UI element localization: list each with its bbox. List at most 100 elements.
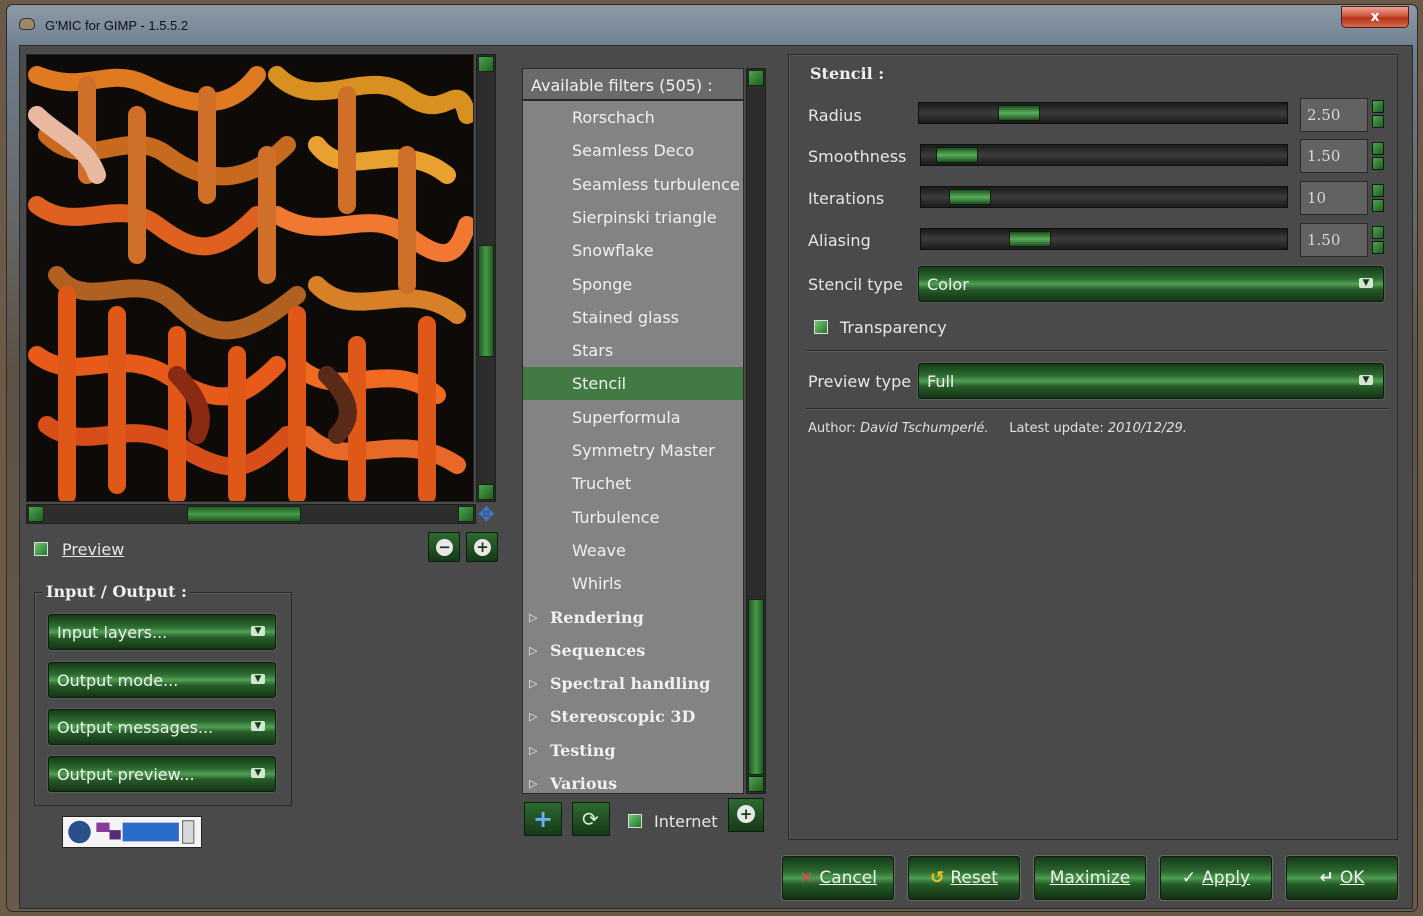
preview-checkbox-label[interactable]: Preview <box>62 540 124 559</box>
scroll-up-arrow[interactable] <box>748 70 764 86</box>
filter-item[interactable]: Turbulence <box>523 501 743 534</box>
filter-item-label: Whirls <box>572 574 622 594</box>
pan-move-icon[interactable]: ✥ <box>478 504 495 524</box>
stencil-type-combo[interactable]: Color ▼ <box>918 266 1384 302</box>
expand-arrow-icon[interactable]: ▷ <box>529 734 537 767</box>
radius-slider-handle[interactable] <box>998 105 1041 121</box>
preview-checkbox[interactable] <box>34 542 48 556</box>
filter-item[interactable]: Superformula <box>523 401 743 434</box>
scroll-left-arrow[interactable] <box>28 506 44 522</box>
transparency-label[interactable]: Transparency <box>840 318 947 337</box>
apply-button[interactable]: ✓ Apply <box>1160 856 1272 900</box>
output-mode-value: Output mode... <box>57 671 179 690</box>
filter-category[interactable]: ▷ Spectral handling <box>523 667 743 700</box>
spin-down-icon[interactable] <box>1372 115 1384 128</box>
output-preview-combo[interactable]: Output preview... ▼ <box>48 756 276 792</box>
filter-item[interactable]: Weave <box>523 534 743 567</box>
smoothness-spin-arrows[interactable] <box>1372 142 1384 170</box>
transparency-checkbox[interactable] <box>814 320 828 334</box>
add-filter-button[interactable]: + <box>524 802 562 836</box>
spin-down-icon[interactable] <box>1372 241 1384 254</box>
filter-item[interactable]: Rorschach <box>523 101 743 134</box>
scroll-right-arrow[interactable] <box>458 506 474 522</box>
expand-arrow-icon[interactable]: ▷ <box>529 601 537 634</box>
internet-update-button[interactable]: + <box>728 798 764 832</box>
filter-item[interactable]: Snowflake <box>523 234 743 267</box>
ok-button[interactable]: ↵ OK <box>1286 856 1398 900</box>
filter-category[interactable]: ▷ Sequences <box>523 634 743 667</box>
spin-down-icon[interactable] <box>1372 157 1384 170</box>
zoom-in-button[interactable]: + <box>466 532 498 562</box>
preview-vertical-scrollbar[interactable] <box>476 54 496 502</box>
preview-horizontal-scrollbar[interactable] <box>26 504 476 524</box>
filter-item[interactable]: Seamless Deco <box>523 134 743 167</box>
preview-image[interactable] <box>26 54 474 502</box>
expand-arrow-icon[interactable]: ▷ <box>529 767 537 793</box>
filter-author-info: Author: David Tschumperlé. Latest update… <box>808 421 1187 436</box>
spin-up-icon[interactable] <box>1372 142 1384 155</box>
scroll-up-arrow[interactable] <box>478 56 494 72</box>
filter-item[interactable]: Sierpinski triangle <box>523 201 743 234</box>
scroll-down-arrow[interactable] <box>478 484 494 500</box>
preview-type-combo[interactable]: Full ▼ <box>918 363 1384 399</box>
filter-tree[interactable]: Rorschach Seamless Deco Seamless turbulenc… <box>522 100 744 794</box>
filter-item[interactable]: Symmetry Master <box>523 434 743 467</box>
internet-label[interactable]: Internet <box>654 812 718 831</box>
aliasing-spinbox[interactable]: 1.50 <box>1300 223 1368 257</box>
aliasing-spin-arrows[interactable] <box>1372 226 1384 254</box>
cancel-button[interactable]: ✕ Cancel <box>782 856 894 900</box>
filter-category[interactable]: ▷ Testing <box>523 734 743 767</box>
aliasing-slider[interactable] <box>920 228 1288 250</box>
filter-category[interactable]: ▷ Stereoscopic 3D <box>523 700 743 733</box>
radius-spin-arrows[interactable] <box>1372 100 1384 128</box>
input-layers-combo[interactable]: Input layers... ▼ <box>48 614 276 650</box>
aliasing-slider-handle[interactable] <box>1009 231 1052 247</box>
expand-arrow-icon[interactable]: ▷ <box>529 667 537 700</box>
filter-item[interactable]: Whirls <box>523 567 743 600</box>
spin-up-icon[interactable] <box>1372 100 1384 113</box>
spin-up-icon[interactable] <box>1372 184 1384 197</box>
close-window-button[interactable]: x <box>1341 6 1409 28</box>
internet-checkbox[interactable] <box>628 814 642 828</box>
filter-vscroll-thumb[interactable] <box>748 599 764 775</box>
zoom-out-button[interactable]: − <box>428 532 460 562</box>
refresh-filters-button[interactable]: ⟳ <box>572 802 610 836</box>
title-bar[interactable]: G'MIC for GIMP - 1.5.5.2 x <box>7 5 1417 41</box>
filter-item[interactable]: Stained glass <box>523 301 743 334</box>
reset-button[interactable]: ↺ Reset <box>908 856 1020 900</box>
filter-item-label: Truchet <box>572 474 632 494</box>
enter-arrow-icon: ↵ <box>1319 868 1334 888</box>
maximize-button[interactable]: Maximize <box>1034 856 1146 900</box>
filter-item[interactable]: Sponge <box>523 268 743 301</box>
filter-vertical-scrollbar[interactable] <box>746 68 766 794</box>
iterations-spinbox[interactable]: 10 <box>1300 181 1368 215</box>
filter-item[interactable]: Seamless turbulence <box>523 168 743 201</box>
smoothness-slider[interactable] <box>920 144 1288 166</box>
radius-slider[interactable] <box>918 102 1288 124</box>
radius-spinbox[interactable]: 2.50 <box>1300 98 1368 132</box>
spin-up-icon[interactable] <box>1372 226 1384 239</box>
expand-arrow-icon[interactable]: ▷ <box>529 634 537 667</box>
scroll-down-arrow[interactable] <box>748 776 764 792</box>
filter-item[interactable]: Stars <box>523 334 743 367</box>
preview-hscroll-thumb[interactable] <box>187 506 301 522</box>
spin-down-icon[interactable] <box>1372 199 1384 212</box>
filter-category[interactable]: ▷ Various <box>523 767 743 793</box>
output-messages-combo[interactable]: Output messages... ▼ <box>48 709 276 745</box>
output-mode-combo[interactable]: Output mode... ▼ <box>48 662 276 698</box>
filter-item[interactable]: Stencil <box>523 367 743 401</box>
filter-category[interactable]: ▷ Rendering <box>523 601 743 634</box>
expand-arrow-icon[interactable]: ▷ <box>529 700 537 733</box>
filter-title: Stencil : <box>806 64 889 83</box>
filter-item[interactable]: Truchet <box>523 467 743 500</box>
author-label: Author: <box>808 421 856 436</box>
ok-label: OK <box>1339 868 1365 888</box>
smoothness-spinbox[interactable]: 1.50 <box>1300 139 1368 173</box>
iterations-slider-handle[interactable] <box>948 189 991 205</box>
iterations-slider[interactable] <box>920 186 1288 208</box>
iterations-spin-arrows[interactable] <box>1372 184 1384 212</box>
filter-list-header[interactable]: Available filters (505) : <box>522 68 744 100</box>
preview-vscroll-thumb[interactable] <box>478 245 494 357</box>
smoothness-slider-handle[interactable] <box>935 147 978 163</box>
preview-type-value: Full <box>927 372 955 391</box>
